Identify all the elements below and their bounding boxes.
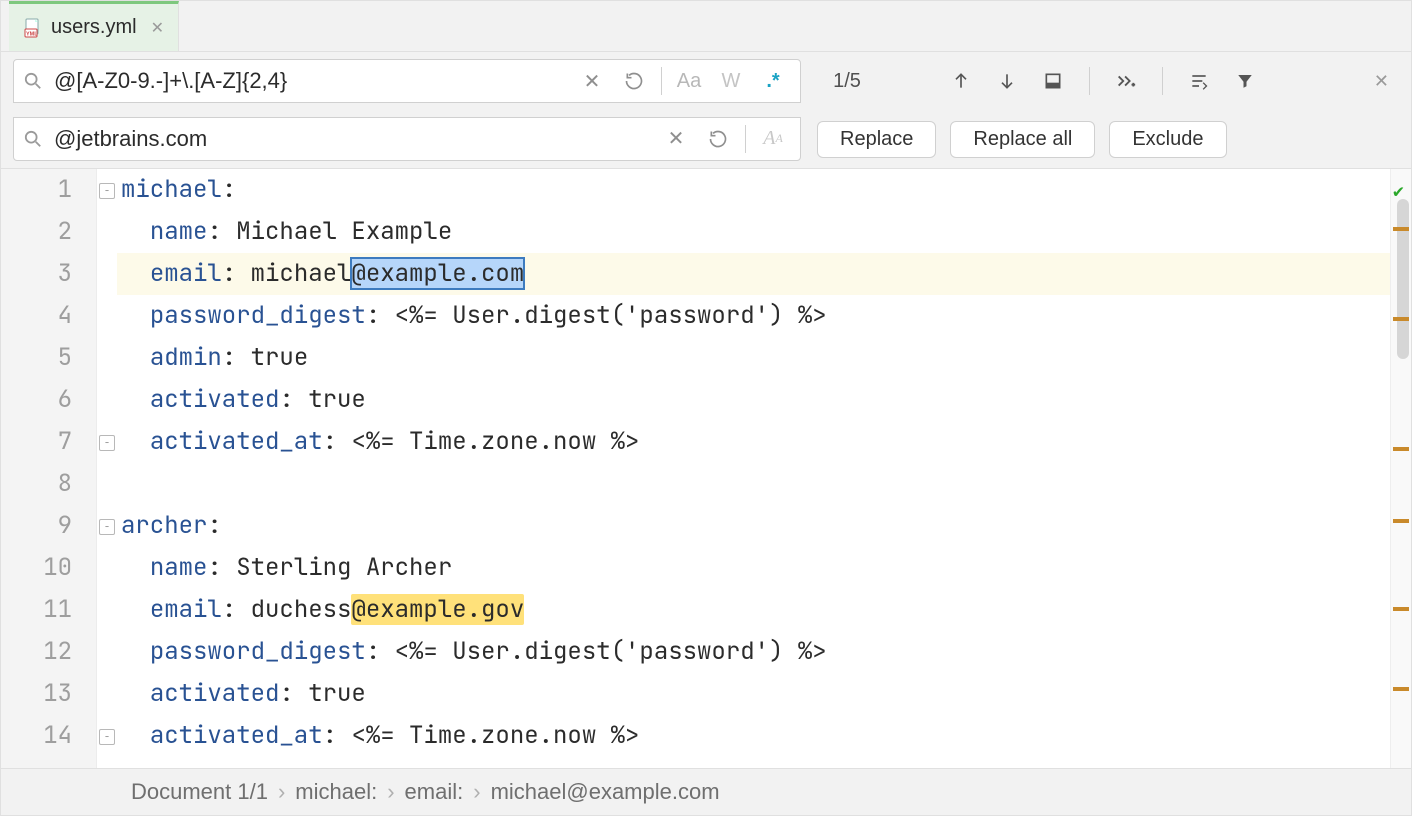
fold-toggle[interactable]: − xyxy=(99,183,115,199)
line-number: 14 xyxy=(1,715,72,757)
breadcrumb-part[interactable]: email: xyxy=(405,779,464,805)
line-number: 11 xyxy=(1,589,72,631)
code-line: admin: true xyxy=(117,337,1390,379)
yml-file-icon: YML xyxy=(23,18,43,38)
code-line: email: duchess@example.gov xyxy=(117,589,1390,631)
svg-text:YML: YML xyxy=(26,31,38,37)
prev-match-icon[interactable] xyxy=(945,65,977,97)
line-number: 4 xyxy=(1,295,72,337)
line-number: 1 xyxy=(1,169,72,211)
line-number: 7 xyxy=(1,421,72,463)
exclude-button[interactable]: Exclude xyxy=(1109,121,1226,158)
close-panel-icon[interactable]: ✕ xyxy=(1374,71,1389,92)
code-line: email: michael@example.com xyxy=(117,253,1390,295)
line-number: 8 xyxy=(1,463,72,505)
code-line xyxy=(117,463,1390,505)
breadcrumb-part[interactable]: michael@example.com xyxy=(491,779,720,805)
next-match-icon[interactable] xyxy=(991,65,1023,97)
code-line: activated_at: <%= Time.zone.now %> xyxy=(117,421,1390,463)
replace-button[interactable]: Replace xyxy=(817,121,936,158)
match-marker[interactable] xyxy=(1393,607,1409,611)
add-selection-icon[interactable] xyxy=(1110,65,1142,97)
fold-toggle[interactable]: − xyxy=(99,729,115,745)
replace-input-wrap: ✕ AA xyxy=(13,117,801,161)
fold-toggle[interactable]: − xyxy=(99,519,115,535)
breadcrumb-part[interactable]: michael: xyxy=(295,779,377,805)
fold-toggle[interactable]: − xyxy=(99,435,115,451)
whole-words-toggle[interactable]: W xyxy=(710,60,752,102)
search-input[interactable] xyxy=(52,67,571,95)
replace-all-button[interactable]: Replace all xyxy=(950,121,1095,158)
match-case-toggle[interactable]: Aa xyxy=(668,60,710,102)
line-number: 2 xyxy=(1,211,72,253)
match-counter: 1/5 xyxy=(817,70,877,93)
match-marker[interactable] xyxy=(1393,317,1409,321)
code-line: password_digest: <%= User.digest('passwo… xyxy=(117,295,1390,337)
tab-bar: YML users.yml ✕ xyxy=(1,1,1411,52)
scrollbar-thumb[interactable] xyxy=(1397,199,1409,359)
line-number: 5 xyxy=(1,337,72,379)
code-line: archer: xyxy=(117,505,1390,547)
file-tab[interactable]: YML users.yml ✕ xyxy=(9,1,179,51)
breadcrumb-bar: Document 1/1 › michael: › email: › micha… xyxy=(1,768,1411,815)
line-number: 6 xyxy=(1,379,72,421)
match-marker[interactable] xyxy=(1393,687,1409,691)
preserve-case-toggle[interactable]: AA xyxy=(752,118,794,160)
breadcrumb-sep: › xyxy=(278,779,285,805)
search-clear-icon[interactable]: ✕ xyxy=(571,60,613,102)
search-icon xyxy=(24,72,42,90)
search-history-icon[interactable] xyxy=(613,60,655,102)
fold-column: − − − − xyxy=(97,169,117,768)
replace-history-icon[interactable] xyxy=(697,118,739,160)
match-marker[interactable] xyxy=(1393,227,1409,231)
code-line: michael: xyxy=(117,169,1390,211)
replace-icon xyxy=(24,130,42,148)
breadcrumb-sep: › xyxy=(473,779,480,805)
code-line: activated: true xyxy=(117,379,1390,421)
search-input-wrap: ✕ Aa W .* xyxy=(13,59,801,103)
line-number-gutter: 1234567891011121314 xyxy=(1,169,97,768)
code-line: password_digest: <%= User.digest('passwo… xyxy=(117,631,1390,673)
breadcrumb-sep: › xyxy=(387,779,394,805)
line-number: 3 xyxy=(1,253,72,295)
breadcrumb-doc[interactable]: Document 1/1 xyxy=(131,779,268,805)
code-line: activated_at: <%= Time.zone.now %> xyxy=(117,715,1390,757)
code-line: name: Sterling Archer xyxy=(117,547,1390,589)
match-marker[interactable] xyxy=(1393,519,1409,523)
match-marker[interactable] xyxy=(1393,447,1409,451)
line-number: 9 xyxy=(1,505,72,547)
code-area[interactable]: michael: name: Michael Example email: mi… xyxy=(117,169,1390,768)
select-all-occurrences-icon[interactable] xyxy=(1037,65,1069,97)
tab-close-icon[interactable]: ✕ xyxy=(151,18,164,38)
tab-filename: users.yml xyxy=(51,16,137,39)
line-number: 10 xyxy=(1,547,72,589)
code-line: activated: true xyxy=(117,673,1390,715)
marker-stripe[interactable]: ✔ xyxy=(1390,169,1411,768)
regex-toggle[interactable]: .* xyxy=(752,60,794,102)
code-line: name: Michael Example xyxy=(117,211,1390,253)
toggle-filter-lines-icon[interactable] xyxy=(1183,65,1215,97)
replace-clear-icon[interactable]: ✕ xyxy=(655,118,697,160)
line-number: 13 xyxy=(1,673,72,715)
code-editor[interactable]: 1234567891011121314 −−−− michael: name: … xyxy=(1,169,1411,768)
find-replace-panel: ✕ Aa W .* 1/5 ✕ xyxy=(1,52,1411,169)
line-number: 12 xyxy=(1,631,72,673)
filter-icon[interactable] xyxy=(1229,65,1261,97)
replace-input[interactable] xyxy=(52,125,655,153)
